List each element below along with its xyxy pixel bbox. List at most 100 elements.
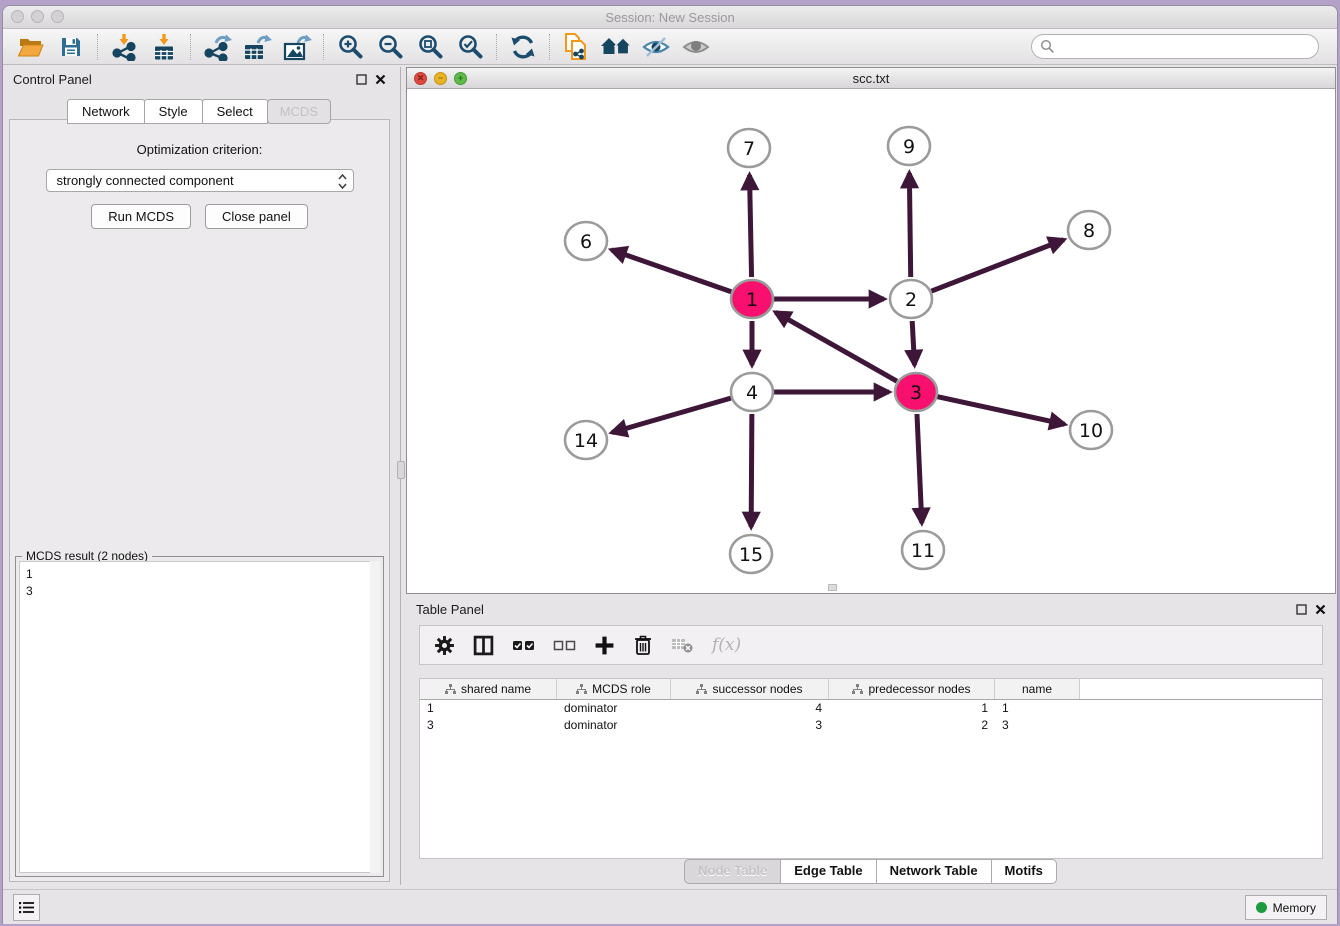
network-close-button[interactable]: ✕	[414, 72, 427, 85]
float-panel-icon[interactable]	[356, 74, 367, 85]
table-cell[interactable]: 1	[995, 700, 1080, 717]
table-cell[interactable]: 4	[671, 700, 829, 717]
select-all-button[interactable]	[512, 638, 535, 652]
search-icon	[1040, 39, 1055, 54]
memory-button[interactable]: Memory	[1245, 895, 1327, 920]
graph-node-6[interactable]: 6	[565, 222, 607, 260]
column-header-name[interactable]: name	[995, 679, 1080, 699]
table-cell[interactable]: 3	[420, 717, 557, 734]
graph-node-3[interactable]: 3	[895, 373, 937, 411]
zoom-fit-button[interactable]	[410, 31, 450, 63]
edge-1-7[interactable]	[750, 175, 752, 277]
network-maximize-button[interactable]: +	[454, 72, 467, 85]
toolbar-separator	[549, 34, 550, 60]
table-cell[interactable]: dominator	[557, 700, 671, 717]
export-image-button[interactable]	[277, 31, 317, 63]
delete-table-button[interactable]	[671, 636, 694, 654]
network-window-titlebar[interactable]: ✕ − + scc.txt	[407, 68, 1335, 89]
edge-3-1[interactable]	[775, 312, 896, 381]
table-cell[interactable]: dominator	[557, 717, 671, 734]
home-layout-button[interactable]	[596, 31, 636, 63]
export-network-button[interactable]	[197, 31, 237, 63]
zoom-selected-button[interactable]	[450, 31, 490, 63]
mcds-result-list[interactable]: 1 3	[19, 561, 380, 873]
canvas-divider-grip[interactable]	[828, 584, 837, 591]
table-settings-button[interactable]	[434, 635, 455, 656]
edge-2-3[interactable]	[912, 321, 914, 365]
close-panel-button[interactable]: Close panel	[205, 204, 308, 229]
toolbar-separator	[323, 34, 324, 60]
edge-2-8[interactable]	[932, 240, 1064, 291]
control-tab-network[interactable]: Network	[67, 99, 145, 124]
optimization-criterion-select[interactable]: strongly connected component	[46, 169, 354, 192]
close-table-panel-icon[interactable]	[1315, 604, 1326, 615]
table-tab-motifs[interactable]: Motifs	[991, 859, 1057, 884]
column-header-MCDS-role[interactable]: MCDS role	[557, 679, 671, 699]
zoom-in-button[interactable]	[330, 31, 370, 63]
edge-4-14[interactable]	[612, 398, 731, 432]
export-table-button[interactable]	[237, 31, 277, 63]
table-cell[interactable]: 2	[829, 717, 995, 734]
close-panel-icon[interactable]	[375, 74, 386, 85]
table-cell[interactable]: 3	[995, 717, 1080, 734]
column-header-shared-name[interactable]: shared name	[420, 679, 557, 699]
control-tab-style[interactable]: Style	[144, 99, 203, 124]
panel-divider-grip[interactable]	[397, 461, 405, 479]
column-header-predecessor-nodes[interactable]: predecessor nodes	[829, 679, 995, 699]
graph-node-11[interactable]: 11	[902, 531, 944, 569]
network-minimize-button[interactable]: −	[434, 72, 447, 85]
add-column-button[interactable]	[594, 635, 615, 656]
table-tab-network-table[interactable]: Network Table	[876, 859, 992, 884]
run-mcds-button[interactable]: Run MCDS	[91, 204, 191, 229]
deselect-all-button[interactable]	[553, 638, 576, 652]
zoom-out-button[interactable]	[370, 31, 410, 63]
import-network-button[interactable]	[104, 31, 144, 63]
delete-button[interactable]	[633, 634, 653, 656]
graph-node-2[interactable]: 2	[890, 280, 932, 318]
edge-2-9[interactable]	[909, 173, 910, 277]
show-all-button[interactable]	[676, 31, 716, 63]
column-header-successor-nodes[interactable]: successor nodes	[671, 679, 829, 699]
open-file-button[interactable]	[11, 31, 51, 63]
edge-4-15[interactable]	[751, 414, 752, 527]
show-columns-button[interactable]	[473, 635, 494, 656]
save-session-button[interactable]	[51, 31, 91, 63]
table-cell[interactable]: 1	[829, 700, 995, 717]
graph-node-10[interactable]: 10	[1070, 411, 1112, 449]
optimization-criterion-value: strongly connected component	[57, 173, 234, 188]
graph-node-9[interactable]: 9	[888, 127, 930, 165]
minimize-window-button[interactable]	[31, 10, 44, 23]
control-tab-select[interactable]: Select	[202, 99, 268, 124]
node-label: 6	[580, 231, 592, 253]
table-tab-node-table[interactable]: Node Table	[684, 859, 781, 884]
function-builder-button[interactable]: f(x)	[712, 635, 741, 655]
task-history-button[interactable]	[13, 894, 40, 921]
table-cell[interactable]: 3	[671, 717, 829, 734]
table-tab-edge-table[interactable]: Edge Table	[780, 859, 876, 884]
zoom-window-button[interactable]	[51, 10, 64, 23]
copy-style-button[interactable]	[556, 31, 596, 63]
float-table-panel-icon[interactable]	[1296, 604, 1307, 615]
hide-selected-button[interactable]	[636, 31, 676, 63]
export-network-icon	[202, 33, 232, 61]
network-canvas[interactable]: 1 2 3 4 6 7 8 9 10 11 14 15	[407, 90, 1335, 593]
edge-3-10[interactable]	[937, 397, 1064, 425]
graph-node-4[interactable]: 4	[731, 373, 773, 411]
result-scrollbar[interactable]	[370, 561, 380, 873]
refresh-button[interactable]	[503, 31, 543, 63]
search-input[interactable]	[1031, 34, 1319, 59]
graph-node-1[interactable]: 1	[731, 280, 773, 318]
graph-node-7[interactable]: 7	[728, 129, 770, 167]
table-row[interactable]: 3dominator323	[420, 717, 1322, 734]
edge-3-11[interactable]	[917, 414, 922, 523]
hide-selected-icon	[641, 34, 671, 60]
graph-node-8[interactable]: 8	[1068, 211, 1110, 249]
table-cell[interactable]: 1	[420, 700, 557, 717]
close-window-button[interactable]	[11, 10, 24, 23]
graph-node-14[interactable]: 14	[565, 421, 607, 459]
import-table-button[interactable]	[144, 31, 184, 63]
graph-node-15[interactable]: 15	[730, 535, 772, 573]
table-row[interactable]: 1dominator411	[420, 700, 1322, 717]
edge-1-6[interactable]	[611, 250, 731, 292]
control-tab-mcds[interactable]: MCDS	[267, 99, 331, 124]
